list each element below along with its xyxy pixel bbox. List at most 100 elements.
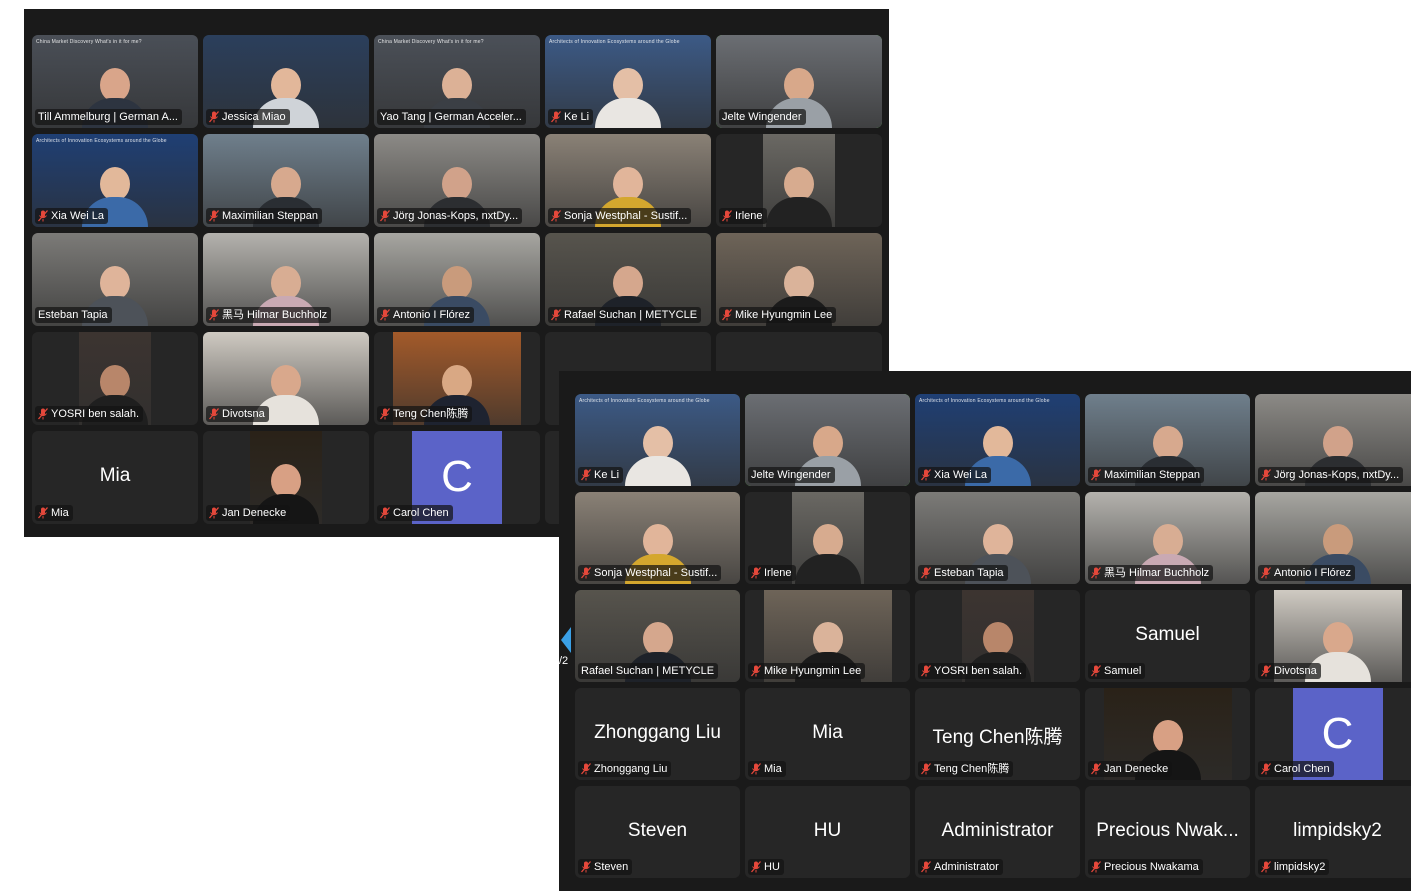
name-label: Jan Denecke — [206, 505, 291, 521]
participant-tile[interactable]: Jelte Wingender — [745, 394, 910, 486]
participant-tile[interactable]: Samuel Samuel — [1085, 590, 1250, 682]
participant-tile[interactable]: Sonja Westphal - Sustif... — [575, 492, 740, 584]
participant-name: Ke Li — [594, 469, 620, 481]
participant-tile[interactable]: C Carol Chen — [374, 431, 540, 524]
participant-name: 黑马 Hilmar Buchholz — [1104, 567, 1210, 579]
participant-name: Till Ammelburg | German A... — [38, 111, 178, 123]
participant-tile[interactable]: Mike Hyungmin Lee — [745, 590, 910, 682]
participant-tile[interactable]: C Carol Chen — [1255, 688, 1411, 780]
participant-tile[interactable]: China Market Discovery What's in it for … — [374, 35, 540, 128]
name-label: Mia — [35, 505, 73, 521]
participant-tile[interactable]: Architects of Innovation Ecosystems arou… — [32, 134, 198, 227]
participant-name: Esteban Tapia — [934, 567, 1004, 579]
previous-page-icon[interactable] — [559, 625, 571, 655]
person-figure — [624, 426, 691, 486]
participant-tile[interactable]: China Market Discovery What's in it for … — [32, 35, 198, 128]
participant-name: Xia Wei La — [934, 469, 987, 481]
mic-muted-icon — [551, 111, 561, 123]
participant-tile[interactable]: Esteban Tapia — [915, 492, 1080, 584]
participant-tile[interactable]: Irlene — [716, 134, 882, 227]
participant-tile[interactable]: Antonio I Flórez — [1255, 492, 1411, 584]
participant-tile[interactable]: Irlene — [745, 492, 910, 584]
name-label: Mike Hyungmin Lee — [748, 663, 866, 679]
participant-tile[interactable]: Antonio I Flórez — [374, 233, 540, 326]
participant-name: Xia Wei La — [51, 210, 104, 222]
participant-name: Antonio I Flórez — [393, 309, 471, 321]
participant-tile[interactable]: YOSRI ben salah. — [32, 332, 198, 425]
participant-name: Ke Li — [564, 111, 590, 123]
person-figure — [766, 167, 832, 227]
person-figure — [595, 68, 661, 128]
video-feed — [763, 134, 835, 227]
participant-name: Divotsna — [1274, 665, 1317, 677]
mic-muted-icon — [751, 861, 761, 873]
participant-tile[interactable]: Mike Hyungmin Lee — [716, 233, 882, 326]
participant-name: Yao Tang | German Acceler... — [380, 111, 522, 123]
page-indicator: /2 — [559, 655, 569, 667]
participant-display-name: Administrator — [941, 820, 1054, 841]
mic-muted-icon — [38, 408, 48, 420]
participant-tile[interactable]: Architects of Innovation Ecosystems arou… — [545, 35, 711, 128]
name-label: Xia Wei La — [35, 208, 108, 224]
name-label: Jelte Wingender — [748, 467, 835, 483]
participant-tile[interactable]: Architects of Innovation Ecosystems arou… — [915, 394, 1080, 486]
participant-tile[interactable]: Esteban Tapia — [32, 233, 198, 326]
mic-muted-icon — [581, 469, 591, 481]
mic-muted-icon — [1091, 763, 1101, 775]
virtual-background-text: Architects of Innovation Ecosystems arou… — [549, 39, 680, 45]
name-label: Rafael Suchan | METYCLE — [578, 663, 719, 679]
participant-tile[interactable]: Sonja Westphal - Sustif... — [545, 134, 711, 227]
participant-tile[interactable]: YOSRI ben salah. — [915, 590, 1080, 682]
participant-tile[interactable]: Mia Mia — [745, 688, 910, 780]
participant-display-name: Teng Chen陈腾 — [932, 727, 1063, 748]
mic-muted-icon — [380, 210, 390, 222]
name-label: 黑马 Hilmar Buchholz — [206, 307, 332, 323]
mic-muted-icon — [380, 309, 390, 321]
participant-tile[interactable]: Administrator Administrator — [915, 786, 1080, 878]
participant-tile[interactable]: Precious Nwak... Precious Nwakama — [1085, 786, 1250, 878]
participant-tile[interactable]: 黑马 Hilmar Buchholz — [1085, 492, 1250, 584]
participant-tile[interactable]: limpidsky2 limpidsky2 — [1255, 786, 1411, 878]
participant-tile[interactable]: HU HU — [745, 786, 910, 878]
participant-name: limpidsky2 — [1274, 861, 1326, 873]
participant-tile[interactable]: Jan Denecke — [203, 431, 369, 524]
participant-name: Jörg Jonas-Kops, nxtDy... — [1274, 469, 1400, 481]
mic-muted-icon — [722, 309, 732, 321]
participant-tile[interactable]: Jessica Miao — [203, 35, 369, 128]
name-label: Sonja Westphal - Sustif... — [548, 208, 692, 224]
participant-tile[interactable]: Divotsna — [1255, 590, 1411, 682]
participant-display-name: Mia — [812, 722, 843, 743]
participant-tile[interactable]: Rafael Suchan | METYCLE — [575, 590, 740, 682]
name-label: limpidsky2 — [1258, 859, 1330, 875]
participant-name: 黑马 Hilmar Buchholz — [222, 309, 328, 321]
mic-muted-icon — [921, 567, 931, 579]
mic-muted-icon — [581, 861, 591, 873]
name-label: Irlene — [719, 208, 767, 224]
participant-name: Mike Hyungmin Lee — [735, 309, 833, 321]
mic-muted-icon — [380, 408, 390, 420]
name-label: Administrator — [918, 859, 1003, 875]
participant-display-name: Mia — [99, 465, 131, 486]
name-label: Rafael Suchan | METYCLE — [548, 307, 702, 323]
name-label: YOSRI ben salah. — [918, 663, 1027, 679]
mic-muted-icon — [209, 408, 219, 420]
participant-tile[interactable]: Teng Chen陈腾 — [374, 332, 540, 425]
participant-tile[interactable]: Zhonggang Liu Zhonggang Liu — [575, 688, 740, 780]
participant-tile[interactable]: Divotsna — [203, 332, 369, 425]
participant-tile[interactable]: Architects of Innovation Ecosystems arou… — [575, 394, 740, 486]
participant-tile[interactable]: Rafael Suchan | METYCLE — [545, 233, 711, 326]
participant-tile[interactable]: Maximilian Steppan — [1085, 394, 1250, 486]
participant-tile[interactable]: Jörg Jonas-Kops, nxtDy... — [1255, 394, 1411, 486]
participant-tile[interactable]: Jörg Jonas-Kops, nxtDy... — [374, 134, 540, 227]
participant-tile[interactable]: Steven Steven — [575, 786, 740, 878]
participant-tile[interactable]: Jelte Wingender — [716, 35, 882, 128]
participant-tile[interactable]: 黑马 Hilmar Buchholz — [203, 233, 369, 326]
participant-name: Sonja Westphal - Sustif... — [564, 210, 688, 222]
participant-name: Jelte Wingender — [722, 111, 802, 123]
name-label: Till Ammelburg | German A... — [35, 109, 182, 125]
participant-tile[interactable]: Teng Chen陈腾 Teng Chen陈腾 — [915, 688, 1080, 780]
name-label: Mike Hyungmin Lee — [719, 307, 837, 323]
participant-tile[interactable]: Jan Denecke — [1085, 688, 1250, 780]
participant-tile[interactable]: Mia Mia — [32, 431, 198, 524]
participant-tile[interactable]: Maximilian Steppan — [203, 134, 369, 227]
